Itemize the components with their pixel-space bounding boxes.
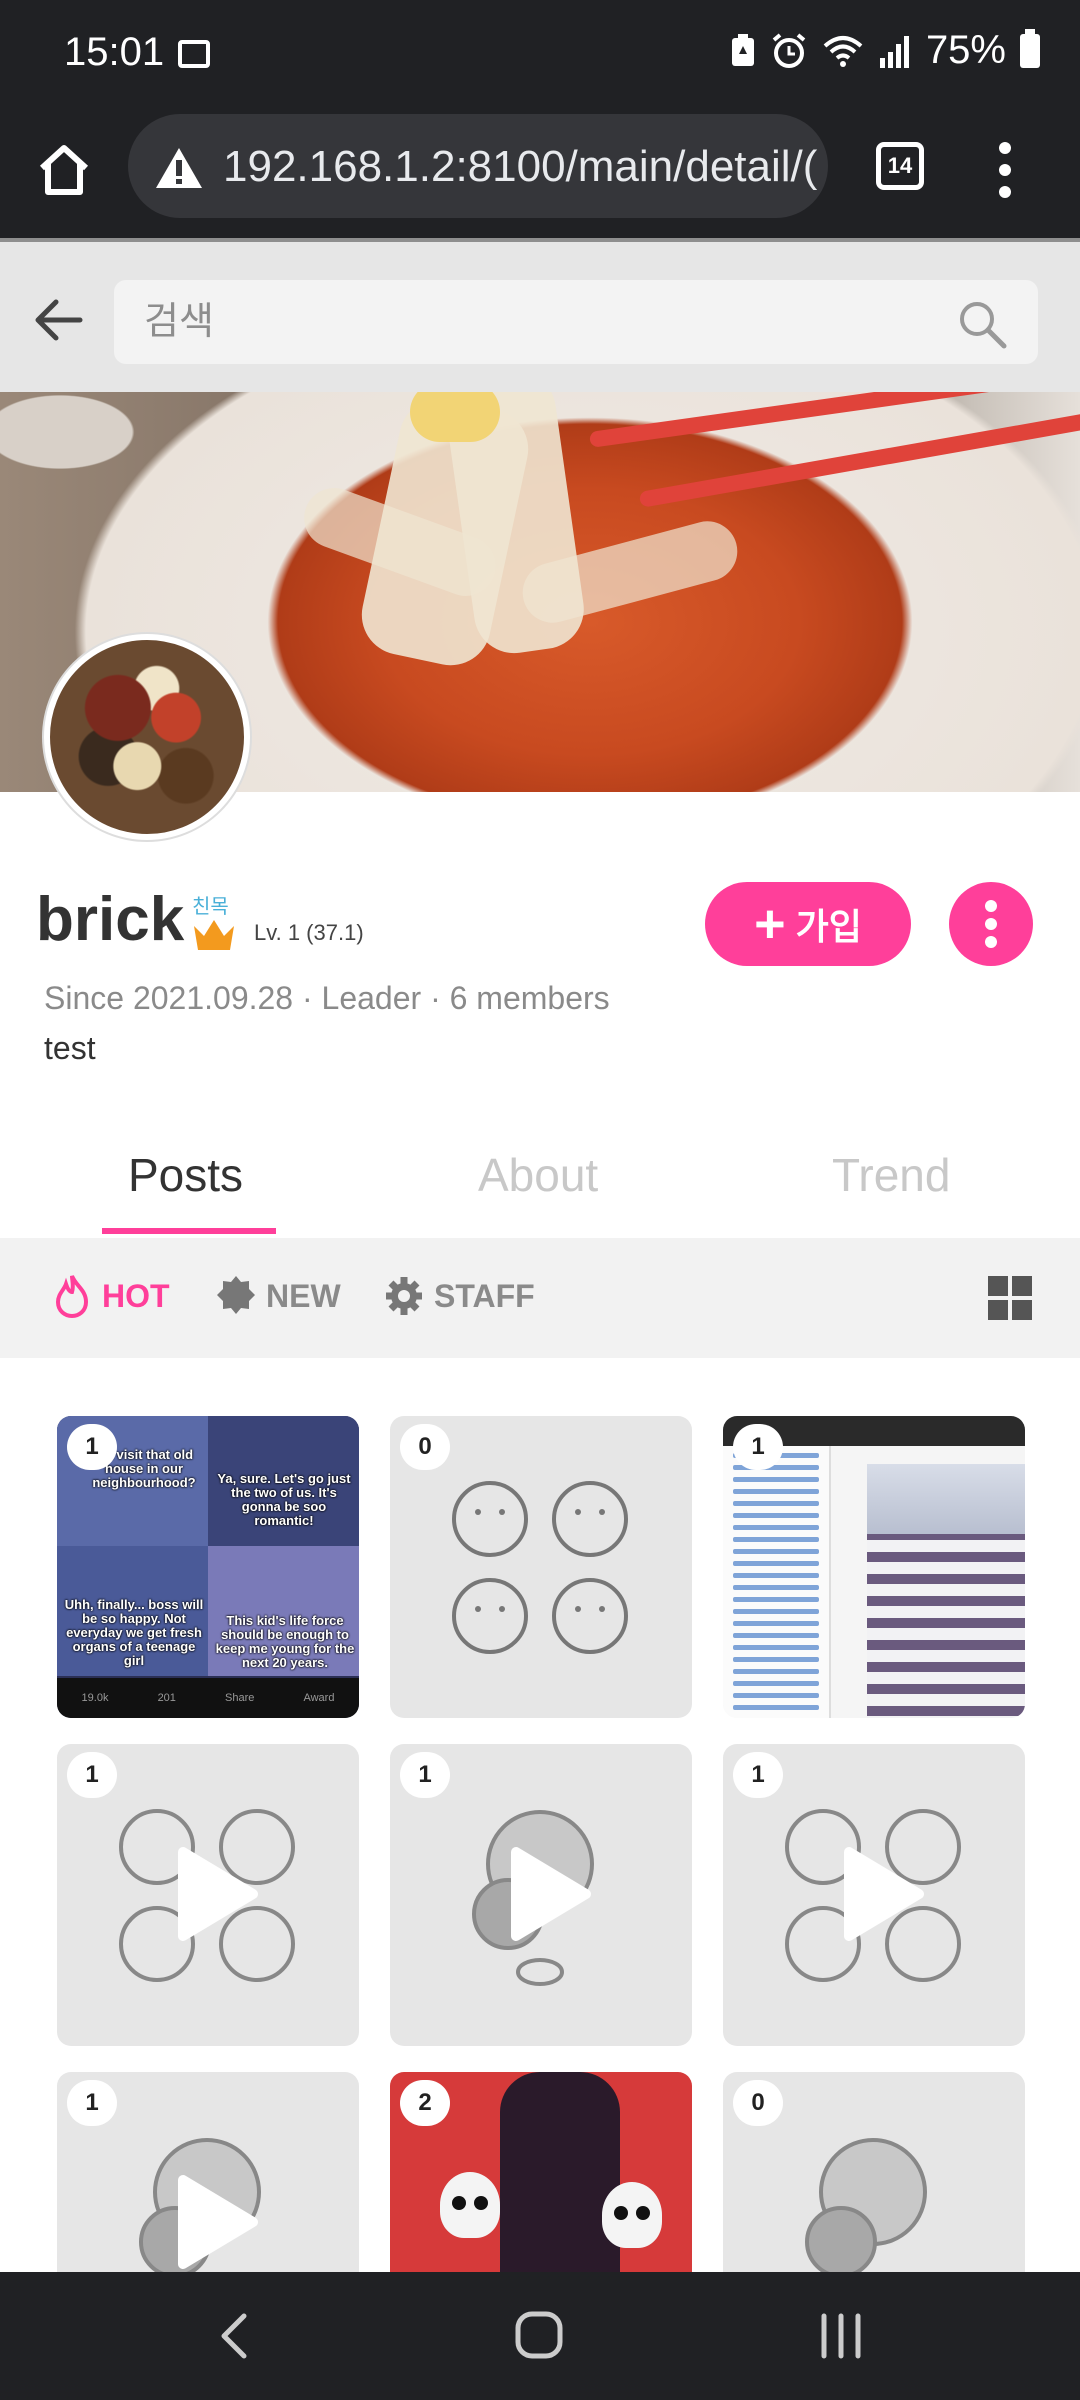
battery-percent: 75% bbox=[925, 28, 1006, 72]
nav-home-icon[interactable] bbox=[504, 2304, 574, 2368]
meme-caption-br: This kid's life force should be enough t… bbox=[215, 1613, 355, 1670]
post-tile[interactable]: 1 ...a visit that old house in our neigh… bbox=[57, 1416, 359, 1718]
filter-bar: HOT NEW STAFF bbox=[0, 1238, 1080, 1358]
community-avatar[interactable] bbox=[44, 634, 250, 840]
status-bar: 15:01 75% bbox=[0, 0, 1080, 108]
filter-hot-label: HOT bbox=[102, 1277, 170, 1314]
post-tile[interactable]: 0 bbox=[390, 1416, 692, 1718]
status-right-icons: 75% bbox=[730, 28, 1040, 73]
filter-staff-label: STAFF bbox=[434, 1277, 535, 1314]
wifi-icon bbox=[823, 35, 863, 67]
gallery-icon bbox=[178, 40, 210, 68]
filter-new[interactable]: NEW bbox=[216, 1274, 341, 1318]
meme-caption-tr: Ya, sure. Let's go just the two of us. I… bbox=[217, 1471, 351, 1528]
meme-award: Award bbox=[303, 1692, 335, 1704]
post-count-badge: 1 bbox=[400, 1752, 450, 1798]
meme-share: Share bbox=[225, 1692, 255, 1704]
join-button[interactable]: + 가입 bbox=[705, 882, 911, 966]
tab-posts[interactable]: Posts bbox=[128, 1148, 243, 1202]
browser-toolbar: 192.168.1.2:8100/main/detail/( 14 bbox=[0, 108, 1080, 238]
nav-back-icon[interactable] bbox=[200, 2304, 270, 2368]
play-icon bbox=[511, 1847, 591, 1941]
play-icon bbox=[178, 2175, 258, 2269]
meme-votes: 19.0k bbox=[81, 1692, 109, 1704]
grid-view-icon[interactable] bbox=[988, 1276, 1032, 1320]
post-count-badge: 0 bbox=[400, 1424, 450, 1470]
filter-staff[interactable]: STAFF bbox=[384, 1274, 535, 1318]
post-count-badge: 0 bbox=[733, 2080, 783, 2126]
level-text: Lv. 1 (37.1) bbox=[254, 920, 364, 945]
post-count-badge: 1 bbox=[67, 1752, 117, 1798]
search-box[interactable] bbox=[114, 280, 1038, 364]
post-count-badge: 1 bbox=[733, 1752, 783, 1798]
home-icon[interactable] bbox=[32, 138, 96, 202]
tab-trend[interactable]: Trend bbox=[832, 1148, 950, 1202]
play-icon bbox=[844, 1847, 924, 1941]
level-tag: 친목 bbox=[192, 896, 229, 918]
tab-underline bbox=[102, 1228, 276, 1234]
meme-caption-bl: Uhh, finally... boss will be so happy. N… bbox=[64, 1597, 204, 1668]
play-icon bbox=[178, 1847, 258, 1941]
warning-icon[interactable] bbox=[154, 146, 204, 190]
post-tile[interactable]: 1 bbox=[390, 1744, 692, 2046]
url-text[interactable]: 192.168.1.2:8100/main/detail/( bbox=[223, 142, 817, 192]
system-nav-bar bbox=[0, 2272, 1080, 2400]
nav-recents-icon[interactable] bbox=[806, 2304, 876, 2368]
tab-about[interactable]: About bbox=[478, 1148, 598, 1202]
tab-switcher-button[interactable]: 14 bbox=[876, 142, 924, 190]
search-header bbox=[0, 238, 1080, 392]
alarm-icon bbox=[772, 32, 806, 68]
status-time: 15:01 bbox=[64, 30, 165, 74]
post-count-badge: 1 bbox=[733, 1424, 783, 1470]
search-icon[interactable] bbox=[956, 298, 1008, 350]
signal-icon bbox=[879, 35, 909, 68]
flame-icon bbox=[55, 1275, 89, 1318]
screen: 15:01 75% 192.168.1.2:8100/main/detail/(… bbox=[0, 0, 1080, 2400]
meme-footer: 19.0k 201 Share Award bbox=[57, 1678, 359, 1718]
join-label: 가입 bbox=[795, 906, 862, 947]
post-tile[interactable]: 1 bbox=[723, 1744, 1025, 2046]
community-name: brick bbox=[36, 885, 185, 954]
gear-icon bbox=[386, 1277, 422, 1315]
back-arrow-icon[interactable] bbox=[30, 292, 86, 348]
badge-icon bbox=[217, 1276, 255, 1314]
battery-saver-icon bbox=[731, 33, 754, 66]
browser-menu-icon[interactable] bbox=[990, 138, 1020, 202]
post-count-badge: 1 bbox=[67, 2080, 117, 2126]
address-bar[interactable]: 192.168.1.2:8100/main/detail/( bbox=[128, 114, 828, 218]
more-options-button[interactable] bbox=[949, 882, 1033, 966]
search-input[interactable] bbox=[144, 296, 924, 348]
tab-bar: Posts About Trend bbox=[0, 1128, 1080, 1238]
plus-icon: + bbox=[754, 894, 786, 954]
filter-new-label: NEW bbox=[266, 1277, 341, 1314]
post-tile[interactable]: 1 bbox=[723, 1416, 1025, 1718]
meme-comments: 201 bbox=[157, 1692, 176, 1704]
battery-icon bbox=[1020, 28, 1040, 68]
post-count-badge: 1 bbox=[67, 1424, 117, 1470]
post-count-badge: 2 bbox=[400, 2080, 450, 2126]
community-description: test bbox=[44, 1030, 96, 1066]
community-meta: Since 2021.09.28 · Leader · 6 members bbox=[44, 980, 610, 1016]
filter-hot[interactable]: HOT bbox=[52, 1274, 170, 1318]
post-tile[interactable]: 1 bbox=[57, 1744, 359, 2046]
crown-icon bbox=[194, 920, 234, 950]
